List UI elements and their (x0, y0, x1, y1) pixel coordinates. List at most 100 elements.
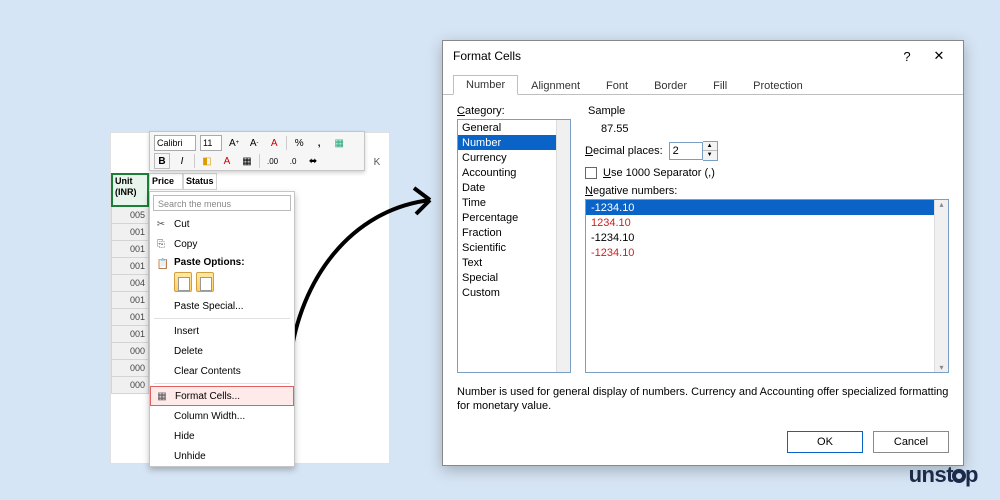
category-special[interactable]: Special (458, 270, 570, 285)
menu-clear-contents[interactable]: Clear Contents (150, 361, 294, 381)
table-format-icon[interactable]: ▦ (331, 135, 347, 151)
label: Format Cells... (175, 391, 240, 402)
menu-delete[interactable]: Delete (150, 341, 294, 361)
category-custom[interactable]: Custom (458, 285, 570, 300)
selected-cell-header[interactable]: Unit (INR) (111, 173, 149, 207)
comma-icon[interactable]: , (311, 135, 327, 151)
row-header[interactable]: 005 (111, 207, 149, 224)
border-icon[interactable]: ▦ (239, 153, 255, 169)
menu-hide[interactable]: Hide (150, 426, 294, 446)
negative-option-3[interactable]: -1234.10 (586, 245, 948, 260)
negative-option-0[interactable]: -1234.10 (586, 200, 948, 215)
copy-icon: ⎘ (154, 237, 168, 251)
format-description: Number is used for general display of nu… (443, 379, 963, 423)
row-header[interactable]: 000 (111, 360, 149, 377)
font-name-combo[interactable]: Calibri (154, 135, 196, 151)
column-header-k[interactable]: K (367, 157, 387, 168)
menu-unhide[interactable]: Unhide (150, 446, 294, 466)
label: Column Width... (174, 411, 245, 422)
scrollbar[interactable]: ▴▾ (934, 200, 948, 372)
close-icon[interactable]: ✕ (923, 44, 955, 68)
spin-down-icon[interactable]: ▼ (703, 151, 717, 160)
decimal-places-spinner[interactable]: ▲▼ (669, 141, 718, 161)
bold-icon[interactable]: B (154, 153, 170, 169)
thousand-separator-checkbox[interactable] (585, 167, 597, 179)
row-header[interactable]: 001 (111, 241, 149, 258)
context-menu: Search the menus ✂ Cut ⎘ Copy 📋Paste Optio… (149, 191, 295, 467)
decimal-places-label: Decimal places: (585, 145, 663, 157)
row-header[interactable]: 000 (111, 377, 149, 394)
dialog-titlebar[interactable]: Format Cells ? ✕ (443, 41, 963, 71)
italic-icon[interactable]: I (174, 153, 190, 169)
category-date[interactable]: Date (458, 180, 570, 195)
decrease-font-icon[interactable]: A- (246, 135, 262, 151)
row-header[interactable]: 001 (111, 258, 149, 275)
row-header[interactable]: 001 (111, 292, 149, 309)
scrollbar[interactable] (556, 120, 570, 372)
format-cells-icon: ▦ (155, 389, 169, 403)
category-general[interactable]: General (458, 120, 570, 135)
row-header[interactable]: 001 (111, 326, 149, 343)
menu-format-cells[interactable]: ▦ Format Cells... (150, 386, 294, 406)
dialog-title: Format Cells (453, 49, 521, 63)
negative-numbers-label: Negative numbers: (585, 185, 949, 197)
paste-icon: 📋 (156, 257, 170, 271)
thousand-separator-label: Use 1000 Separator (,) (603, 167, 715, 179)
category-accounting[interactable]: Accounting (458, 165, 570, 180)
category-percentage[interactable]: Percentage (458, 210, 570, 225)
fill-color-icon[interactable]: ◧ (199, 153, 215, 169)
tab-border[interactable]: Border (641, 76, 700, 95)
row-header[interactable]: 001 (111, 224, 149, 241)
decrease-decimal-icon[interactable]: .0 (285, 153, 301, 169)
tab-alignment[interactable]: Alignment (518, 76, 593, 95)
header-price[interactable]: Price (149, 173, 183, 190)
decimal-places-input[interactable] (669, 142, 703, 160)
paste-option-icons (150, 270, 294, 296)
menu-insert[interactable]: Insert (150, 321, 294, 341)
category-scientific[interactable]: Scientific (458, 240, 570, 255)
arrow-icon (270, 170, 450, 370)
tab-number[interactable]: Number (453, 75, 518, 95)
category-fraction[interactable]: Fraction (458, 225, 570, 240)
cut-icon: ✂ (154, 217, 168, 231)
label: Delete (174, 346, 203, 357)
merge-icon[interactable]: ⬌ (305, 153, 321, 169)
paste-options-heading: 📋Paste Options: (150, 254, 294, 270)
spin-up-icon[interactable]: ▲ (703, 142, 717, 151)
tab-fill[interactable]: Fill (700, 76, 740, 95)
percent-icon[interactable]: % (291, 135, 307, 151)
menu-cut[interactable]: ✂ Cut (150, 214, 294, 234)
paste-option-2-icon[interactable] (196, 272, 214, 292)
category-time[interactable]: Time (458, 195, 570, 210)
header-status[interactable]: Status (183, 173, 217, 190)
label: Copy (174, 239, 197, 250)
paste-option-1-icon[interactable] (174, 272, 192, 292)
font-color2-icon[interactable]: A (219, 153, 235, 169)
category-listbox[interactable]: GeneralNumberCurrencyAccountingDateTimeP… (457, 119, 571, 373)
font-size-combo[interactable]: 11 (200, 135, 222, 151)
font-color-icon[interactable]: A (266, 135, 282, 151)
label: Cut (174, 219, 190, 230)
row-header[interactable]: 001 (111, 309, 149, 326)
category-text[interactable]: Text (458, 255, 570, 270)
negative-numbers-listbox[interactable]: -1234.101234.10-1234.10-1234.10▴▾ (585, 199, 949, 373)
negative-option-2[interactable]: -1234.10 (586, 230, 948, 245)
row-headers: 005001001001004001001001000000000 (111, 207, 149, 394)
menu-search-input[interactable]: Search the menus (153, 195, 291, 211)
menu-column-width[interactable]: Column Width... (150, 406, 294, 426)
tab-font[interactable]: Font (593, 76, 641, 95)
menu-copy[interactable]: ⎘ Copy (150, 234, 294, 254)
negative-option-1[interactable]: 1234.10 (586, 215, 948, 230)
category-number[interactable]: Number (458, 135, 570, 150)
help-button[interactable]: ? (891, 44, 923, 68)
menu-paste-special[interactable]: Paste Special... (150, 296, 294, 316)
increase-font-icon[interactable]: A+ (226, 135, 242, 151)
cancel-button[interactable]: Cancel (873, 431, 949, 453)
row-header[interactable]: 000 (111, 343, 149, 360)
increase-decimal-icon[interactable]: .00 (264, 153, 281, 169)
tab-protection[interactable]: Protection (740, 76, 816, 95)
row-header[interactable]: 004 (111, 275, 149, 292)
category-currency[interactable]: Currency (458, 150, 570, 165)
label: Clear Contents (174, 366, 241, 377)
ok-button[interactable]: OK (787, 431, 863, 453)
